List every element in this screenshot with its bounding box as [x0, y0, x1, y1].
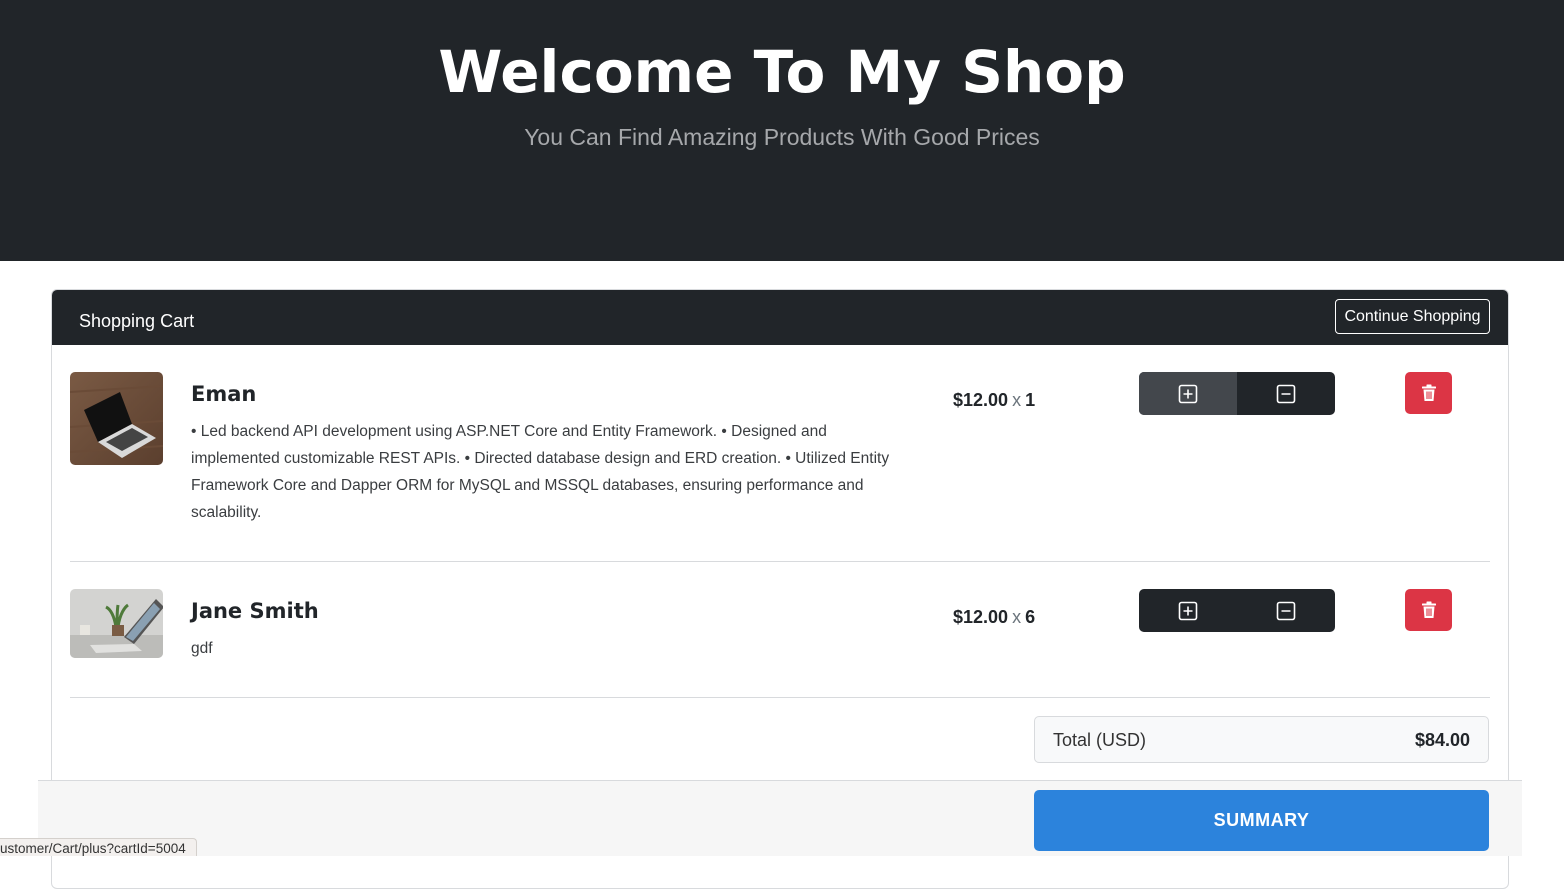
item-name: Eman	[191, 382, 257, 406]
decrease-quantity-button[interactable]	[1237, 372, 1335, 415]
delete-item-button[interactable]	[1405, 372, 1452, 414]
item-description: • Led backend API development using ASP.…	[191, 423, 890, 521]
continue-shopping-button[interactable]: Continue Shopping	[1335, 299, 1490, 334]
item-unit-price: $12.00	[953, 390, 1009, 410]
item-description: gdf	[191, 640, 213, 657]
item-quantity: 6	[1025, 607, 1036, 627]
summary-button[interactable]: SUMMARY	[1034, 790, 1489, 851]
quantity-controls	[1139, 589, 1335, 632]
cart-title: Shopping Cart	[79, 311, 195, 331]
minus-square-icon	[1276, 601, 1296, 620]
delete-item-button[interactable]	[1405, 589, 1452, 631]
total-label: Total (USD)	[1053, 730, 1147, 750]
minus-square-icon	[1276, 384, 1296, 403]
item-divider	[70, 561, 1490, 562]
laptop-desk-photo-icon	[70, 589, 163, 658]
trash-icon	[1421, 601, 1436, 618]
browser-status-url: ustomer/Cart/plus?cartId=5004	[0, 838, 197, 856]
cart-total: Total (USD) $84.00	[1034, 716, 1489, 763]
times-sign: x	[1012, 607, 1022, 627]
hero-banner: Welcome To My Shop You Can Find Amazing …	[0, 0, 1564, 261]
increase-quantity-button[interactable]	[1139, 372, 1237, 415]
item-price: $12.00 x 6	[953, 607, 1035, 628]
item-price: $12.00 x 1	[953, 390, 1035, 411]
item-divider	[70, 697, 1490, 698]
quantity-controls	[1139, 372, 1335, 415]
item-quantity: 1	[1025, 390, 1036, 410]
times-sign: x	[1012, 390, 1022, 410]
item-unit-price: $12.00	[953, 607, 1009, 627]
page-subtitle: You Can Find Amazing Products With Good …	[524, 124, 1040, 150]
plus-square-icon	[1178, 384, 1198, 403]
page-title: Welcome To My Shop	[438, 38, 1126, 106]
item-name: Jane Smith	[191, 599, 319, 623]
cart-header: Shopping Cart Continue Shopping	[52, 290, 1508, 345]
increase-quantity-button[interactable]	[1139, 589, 1237, 632]
total-value: $84.00	[1414, 730, 1470, 750]
laptop-photo-icon	[70, 372, 163, 465]
trash-icon	[1421, 384, 1436, 401]
cart-item: Eman • Led backend API development using…	[70, 372, 1490, 532]
plus-square-icon	[1178, 601, 1198, 620]
cart-item: Jane Smith gdf $12.00 x 6	[70, 589, 1490, 669]
decrease-quantity-button[interactable]	[1237, 589, 1335, 632]
